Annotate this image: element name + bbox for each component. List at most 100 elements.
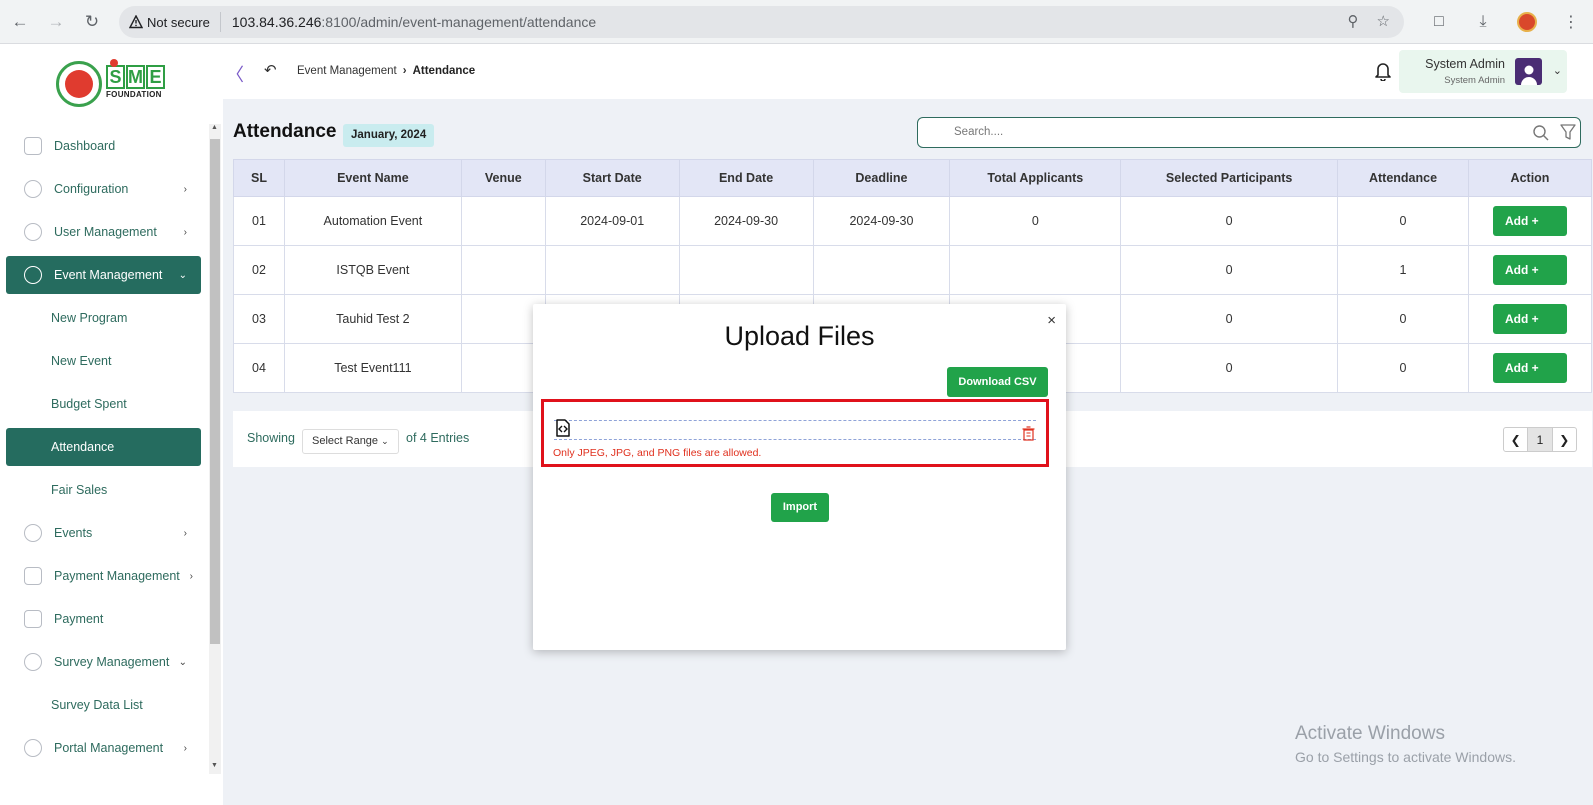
events-icon <box>24 524 42 542</box>
chevron-right-icon: › <box>183 226 187 238</box>
sidebar-item-fair-sales[interactable]: Fair Sales <box>6 471 201 509</box>
chevron-down-icon[interactable]: ⌄ <box>1553 64 1562 77</box>
add-attendance-button[interactable]: Add + <box>1492 255 1567 285</box>
sidebar-item-payment[interactable]: Payment <box>6 600 201 638</box>
column-header: Selected Participants <box>1120 159 1339 197</box>
table-row: 01 Automation Event 2024-09-01 2024-09-3… <box>233 196 1593 246</box>
sidebar-item-user-management[interactable]: User Management › <box>6 213 201 251</box>
file-type-error: Only JPEG, JPG, and PNG files are allowe… <box>553 447 762 459</box>
chevron-right-icon: › <box>189 570 193 582</box>
next-page-icon[interactable]: ❯ <box>1553 428 1576 451</box>
download-csv-button[interactable]: Download CSV <box>947 367 1048 397</box>
chevron-down-icon: ⌄ <box>178 269 187 281</box>
add-attendance-button[interactable]: Add + <box>1492 206 1567 236</box>
sidebar-item-portal-management[interactable]: Portal Management › <box>6 729 201 767</box>
sidebar-item-event-management[interactable]: Event Management ⌄ <box>6 256 201 294</box>
breadcrumb-parent[interactable]: Event Management <box>297 65 397 77</box>
user-menu[interactable]: System Admin System Admin ⌄ <box>1399 50 1567 93</box>
more-menu-icon[interactable]: ⋮ <box>1557 6 1585 38</box>
breadcrumb: Event Management › Attendance <box>297 65 475 77</box>
file-upload-zone[interactable]: Only JPEG, JPG, and PNG files are allowe… <box>541 399 1049 467</box>
column-header: Venue <box>460 159 546 197</box>
chevron-right-icon: › <box>183 183 187 195</box>
chevron-down-icon: ⌄ <box>381 436 389 446</box>
payment-card-icon <box>24 610 42 628</box>
chevron-right-icon: › <box>183 527 187 539</box>
portal-icon <box>24 739 42 757</box>
column-header: Start Date <box>544 159 680 197</box>
notification-bell-icon[interactable] <box>1374 61 1392 81</box>
column-header: Action <box>1467 159 1593 197</box>
pagination: ❮ 1 ❯ <box>1503 427 1577 452</box>
back-arrow-icon[interactable]: ← <box>4 6 36 38</box>
breadcrumb-separator-icon: › <box>402 65 407 77</box>
pie-chart-icon <box>24 653 42 671</box>
sidebar-item-dashboard[interactable]: Dashboard <box>6 127 201 165</box>
dashboard-grid-icon <box>24 137 42 155</box>
scrollbar-thumb[interactable] <box>210 139 220 644</box>
sidebar-item-new-event[interactable]: New Event <box>6 342 201 380</box>
page-number[interactable]: 1 <box>1527 428 1553 451</box>
download-icon[interactable]: ⤓ <box>1469 6 1497 38</box>
sidebar-item-configuration[interactable]: Configuration › <box>6 170 201 208</box>
column-header: Total Applicants <box>949 159 1122 197</box>
date-badge: January, 2024 <box>343 124 435 147</box>
user-avatar-icon <box>1515 58 1542 85</box>
sidebar-scrollbar[interactable]: ▲ ▼ <box>209 124 221 774</box>
column-header: SL <box>233 159 285 197</box>
bookmark-star-icon[interactable]: ☆ <box>1377 12 1390 30</box>
column-header: Event Name <box>283 159 462 197</box>
sidebar-item-events[interactable]: Events › <box>6 514 201 552</box>
page-title: Attendance <box>233 121 337 142</box>
column-header: Attendance <box>1337 159 1469 197</box>
settings-icon <box>24 180 42 198</box>
browser-toolbar: ← → ↻ Not secure 103.84.36.246:8100/admi… <box>0 0 1593 44</box>
logo-area: SME FOUNDATION <box>0 45 223 119</box>
add-attendance-button[interactable]: Add + <box>1492 353 1567 383</box>
government-seal-logo <box>56 61 102 107</box>
extensions-icon[interactable]: □ <box>1425 6 1453 38</box>
warning-icon <box>129 15 143 29</box>
table-row: 02 ISTQB Event 0 1 Add + <box>233 245 1593 295</box>
sidebar-collapse-icon[interactable]: 〈 <box>226 61 244 87</box>
search-input[interactable] <box>954 123 1514 141</box>
sidebar-item-new-program[interactable]: New Program <box>6 299 201 337</box>
filter-icon[interactable] <box>1560 124 1576 141</box>
column-header: Deadline <box>812 159 951 197</box>
security-chip[interactable]: Not secure <box>129 12 221 32</box>
scroll-down-icon[interactable]: ▼ <box>211 762 218 769</box>
address-bar[interactable]: Not secure 103.84.36.246:8100/admin/even… <box>119 6 1404 38</box>
file-upload-icon[interactable] <box>554 419 571 437</box>
range-select[interactable]: Select Range ⌄ <box>302 429 399 454</box>
trash-icon[interactable] <box>1022 426 1035 441</box>
modal-title: Upload Files <box>724 321 875 351</box>
sidebar-item-payment-management[interactable]: Payment Management › <box>6 557 201 595</box>
import-button[interactable]: Import <box>771 493 829 522</box>
zoom-icon[interactable]: ⚲ <box>1348 12 1359 30</box>
add-attendance-button[interactable]: Add + <box>1492 304 1567 334</box>
entries-count: of 4 Entries <box>406 431 470 445</box>
prev-page-icon[interactable]: ❮ <box>1504 428 1527 451</box>
scroll-up-icon[interactable]: ▲ <box>211 124 218 131</box>
sidebar-item-attendance[interactable]: Attendance <box>6 428 201 466</box>
sidebar-item-survey-data-list[interactable]: Survey Data List <box>6 686 201 724</box>
sidebar-item-budget-spent[interactable]: Budget Spent <box>6 385 201 423</box>
app-root: 〈 ↶ Event Management › Attendance System… <box>0 45 1593 805</box>
user-name: System Admin <box>1425 57 1505 71</box>
undo-back-icon[interactable]: ↶ <box>264 61 277 79</box>
search-box <box>917 117 1581 148</box>
column-header: End Date <box>678 159 814 197</box>
profile-avatar[interactable] <box>1513 6 1541 38</box>
sidebar-item-survey-management[interactable]: Survey Management ⌄ <box>6 643 201 681</box>
security-label: Not secure <box>147 14 210 30</box>
app-header: 〈 ↶ Event Management › Attendance System… <box>0 45 1593 99</box>
file-drop-area[interactable] <box>554 420 1036 440</box>
url-text[interactable]: 103.84.36.246:8100/admin/event-managemen… <box>232 14 596 30</box>
user-role: System Admin <box>1444 75 1505 86</box>
windows-activation-watermark: Activate Windows Go to Settings to activ… <box>1295 723 1516 765</box>
user-shield-icon <box>24 223 42 241</box>
search-icon[interactable] <box>1533 125 1549 141</box>
forward-arrow-icon[interactable]: → <box>40 6 72 38</box>
reload-icon[interactable]: ↻ <box>76 6 108 38</box>
sme-foundation-logo: SME FOUNDATION <box>106 59 168 103</box>
